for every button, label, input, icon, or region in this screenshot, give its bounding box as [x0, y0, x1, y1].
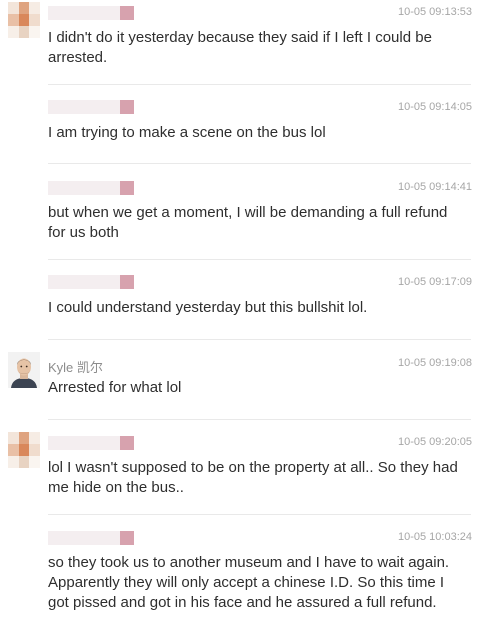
message-text: but when we get a moment, I will be dema…: [48, 204, 452, 241]
message-timestamp: 10-05 09:17:09: [397, 276, 472, 288]
message-divider: [48, 419, 471, 420]
message-divider: [48, 339, 471, 340]
message-text: Arrested for what lol: [48, 379, 182, 396]
message-divider: [48, 84, 471, 85]
blurred-sender-name: [48, 436, 134, 450]
man-portrait-avatar[interactable]: [8, 352, 40, 388]
message-divider: [48, 259, 471, 260]
message-text: so they took us to another museum and I …: [48, 554, 453, 611]
message-text: I didn't do it yesterday because they sa…: [48, 29, 437, 66]
message-timestamp: 10-05 09:20:05: [397, 436, 472, 448]
blurred-sender-name: [48, 531, 134, 545]
message-timestamp: 10-05 10:03:24: [397, 531, 472, 543]
blurred-sender-name: [48, 6, 134, 20]
message-timestamp: 10-05 09:14:05: [397, 101, 472, 113]
message-text: lol I wasn't supposed to be on the prope…: [48, 459, 462, 496]
message-timestamp: 10-05 09:19:08: [397, 357, 472, 369]
blurred-sender-name: [48, 275, 134, 289]
blurred-avatar-icon[interactable]: [8, 432, 40, 468]
blurred-sender-name: [48, 100, 134, 114]
sender-name[interactable]: Kyle 凯尔: [48, 357, 103, 376]
message-divider: [48, 514, 471, 515]
message-timestamp: 10-05 09:13:53: [397, 6, 472, 18]
blurred-avatar-icon[interactable]: [8, 2, 40, 38]
blurred-sender-name: [48, 181, 134, 195]
message-text: I could understand yesterday but this bu…: [48, 299, 368, 316]
message-divider: [48, 163, 471, 164]
message-text: I am trying to make a scene on the bus l…: [48, 124, 326, 141]
message-timestamp: 10-05 09:14:41: [397, 181, 472, 193]
chat-thread: 10-05 09:13:53 I didn't do it yesterday …: [0, 0, 493, 637]
